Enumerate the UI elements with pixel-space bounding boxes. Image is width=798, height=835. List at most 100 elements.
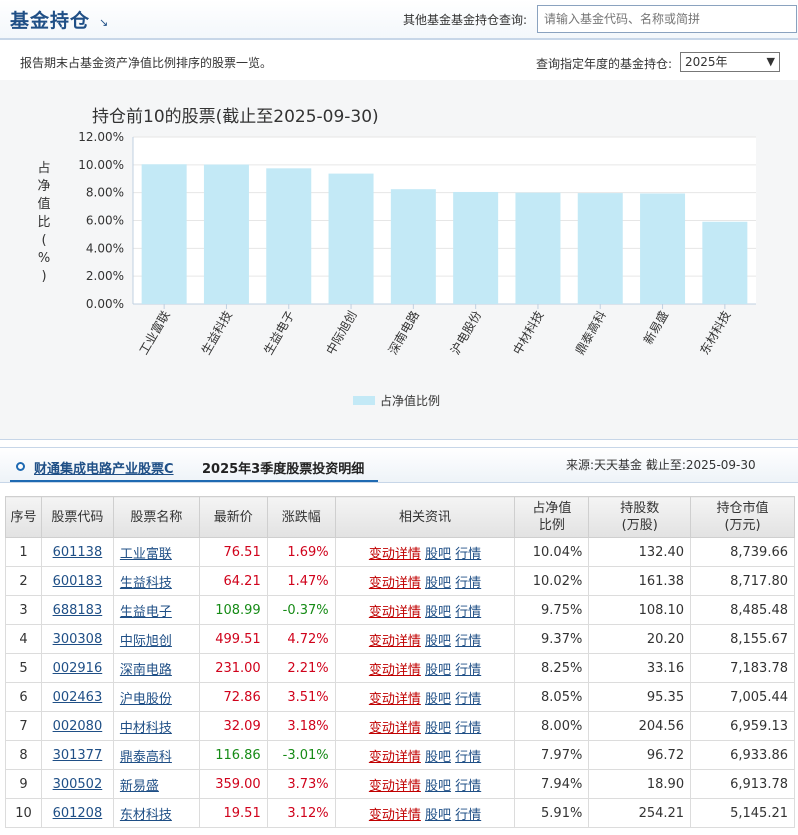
quote-link[interactable]: 行情 bbox=[455, 779, 481, 794]
cell-ratio: 10.02% bbox=[514, 566, 590, 596]
legend-swatch bbox=[353, 396, 375, 405]
forum-link[interactable]: 股吧 bbox=[425, 721, 451, 736]
stock-name-link[interactable]: 新易盛 bbox=[120, 779, 159, 794]
table-row: 1 601138 工业富联 76.51 1.69% 变动详情 股吧 行情 10.04% 132… bbox=[5, 537, 795, 567]
change-detail-link[interactable]: 变动详情 bbox=[369, 750, 421, 765]
stock-code-link[interactable]: 002916 bbox=[53, 661, 103, 676]
quote-link[interactable]: 行情 bbox=[455, 547, 481, 562]
table-row: 8 301377 鼎泰高科 116.86 -3.01% 变动详情 股吧 行情 7.97% 96… bbox=[5, 740, 795, 770]
stock-code-link[interactable]: 002463 bbox=[53, 690, 103, 705]
quote-link[interactable]: 行情 bbox=[455, 605, 481, 620]
cell-info: 变动详情 股吧 行情 bbox=[334, 624, 516, 654]
stock-code-link[interactable]: 600183 bbox=[53, 574, 103, 589]
stock-name-link[interactable]: 生益电子 bbox=[120, 605, 172, 620]
source-info: 来源:天天基金 截止至:2025-09-30 bbox=[566, 458, 756, 472]
col-name: 股票名称 bbox=[112, 496, 200, 538]
arrow-down-right-icon[interactable]: ↘ bbox=[99, 16, 108, 29]
forum-link[interactable]: 股吧 bbox=[425, 663, 451, 678]
forum-link[interactable]: 股吧 bbox=[425, 547, 451, 562]
other-fund-query-label: 其他基金基金持仓查询: bbox=[403, 13, 528, 27]
stock-code-link[interactable]: 601208 bbox=[53, 806, 103, 821]
change-detail-link[interactable]: 变动详情 bbox=[369, 547, 421, 562]
forum-link[interactable]: 股吧 bbox=[425, 750, 451, 765]
stock-name-link[interactable]: 东材科技 bbox=[120, 808, 172, 823]
cell-ratio: 7.97% bbox=[514, 740, 590, 770]
forum-link[interactable]: 股吧 bbox=[425, 692, 451, 707]
year-select[interactable]: 2025年 ▼ bbox=[680, 52, 780, 72]
change-detail-link[interactable]: 变动详情 bbox=[369, 721, 421, 736]
stock-name-link[interactable]: 中材科技 bbox=[120, 721, 172, 736]
y-axis-label-char: 值 bbox=[37, 196, 50, 212]
fund-name-link[interactable]: 财通集成电路产业股票C bbox=[34, 458, 174, 477]
quote-link[interactable]: 行情 bbox=[455, 721, 481, 736]
forum-link[interactable]: 股吧 bbox=[425, 576, 451, 591]
change-detail-link[interactable]: 变动详情 bbox=[369, 663, 421, 678]
stock-name-link[interactable]: 鼎泰高科 bbox=[120, 750, 172, 765]
quote-link[interactable]: 行情 bbox=[455, 750, 481, 765]
cell-value: 8,739.66 bbox=[690, 537, 795, 567]
cell-ratio: 9.75% bbox=[514, 595, 590, 625]
cell-shares: 204.56 bbox=[588, 711, 692, 741]
stock-name-link[interactable]: 沪电股份 bbox=[120, 692, 172, 707]
quote-link[interactable]: 行情 bbox=[455, 634, 481, 649]
change-detail-link[interactable]: 变动详情 bbox=[369, 779, 421, 794]
col-value[interactable]: 持仓市值 (万元) bbox=[690, 496, 795, 538]
fund-search-input[interactable] bbox=[537, 5, 797, 33]
cell-info: 变动详情 股吧 行情 bbox=[334, 740, 516, 770]
quote-link[interactable]: 行情 bbox=[455, 692, 481, 707]
stock-name-link[interactable]: 深南电路 bbox=[120, 663, 172, 678]
section-header: 财通集成电路产业股票C 2025年3季度股票投资明细 来源:天天基金 截止至:2… bbox=[0, 447, 798, 483]
forum-link[interactable]: 股吧 bbox=[425, 779, 451, 794]
cell-seq: 4 bbox=[5, 624, 42, 654]
col-shares[interactable]: 持股数 (万股) bbox=[588, 496, 692, 538]
stock-code-link[interactable]: 300308 bbox=[53, 632, 103, 647]
x-tick-label: 生益电子 bbox=[261, 309, 297, 358]
holdings-table: 序号 股票代码 股票名称 最新价 涨跌幅 相关资讯 占净值 比例 持股数 (万股) … bbox=[5, 496, 795, 828]
y-axis-label-char: 净 bbox=[37, 179, 50, 194]
cell-price: 32.09 bbox=[198, 711, 268, 741]
y-tick-label: 12.00% bbox=[78, 130, 124, 144]
forum-link[interactable]: 股吧 bbox=[425, 808, 451, 823]
stock-name-link[interactable]: 生益科技 bbox=[120, 576, 172, 591]
cell-info: 变动详情 股吧 行情 bbox=[334, 682, 516, 712]
change-detail-link[interactable]: 变动详情 bbox=[369, 808, 421, 823]
stock-name-link[interactable]: 中际旭创 bbox=[120, 634, 172, 649]
change-detail-link[interactable]: 变动详情 bbox=[369, 605, 421, 620]
cell-name: 中际旭创 bbox=[112, 624, 200, 654]
cell-change: -3.01% bbox=[266, 740, 336, 770]
cell-value: 7,005.44 bbox=[690, 682, 795, 712]
col-ratio[interactable]: 占净值 比例 bbox=[514, 496, 590, 538]
stock-name-link[interactable]: 工业富联 bbox=[120, 547, 172, 562]
cell-value: 8,155.67 bbox=[690, 624, 795, 654]
cell-shares: 132.40 bbox=[588, 537, 692, 567]
cell-price: 359.00 bbox=[198, 769, 268, 799]
change-detail-link[interactable]: 变动详情 bbox=[369, 634, 421, 649]
cell-shares: 33.16 bbox=[588, 653, 692, 683]
quote-link[interactable]: 行情 bbox=[455, 808, 481, 823]
cell-code: 301377 bbox=[40, 740, 114, 770]
change-detail-link[interactable]: 变动详情 bbox=[369, 576, 421, 591]
stock-code-link[interactable]: 601138 bbox=[53, 545, 103, 560]
y-tick-label: 6.00% bbox=[86, 214, 124, 228]
stock-code-link[interactable]: 688183 bbox=[53, 603, 103, 618]
forum-link[interactable]: 股吧 bbox=[425, 634, 451, 649]
cell-info: 变动详情 股吧 行情 bbox=[334, 798, 516, 828]
change-detail-link[interactable]: 变动详情 bbox=[369, 692, 421, 707]
forum-link[interactable]: 股吧 bbox=[425, 605, 451, 620]
stock-code-link[interactable]: 002080 bbox=[53, 719, 103, 734]
stock-code-link[interactable]: 301377 bbox=[53, 748, 103, 763]
year-select-label: 查询指定年度的基金持仓: bbox=[536, 57, 673, 71]
cell-seq: 2 bbox=[5, 566, 42, 596]
cell-price: 76.51 bbox=[198, 537, 268, 567]
cell-ratio: 9.37% bbox=[514, 624, 590, 654]
col-info: 相关资讯 bbox=[334, 496, 516, 538]
cell-price: 72.86 bbox=[198, 682, 268, 712]
stock-code-link[interactable]: 300502 bbox=[53, 777, 103, 792]
bar bbox=[577, 193, 623, 304]
quote-link[interactable]: 行情 bbox=[455, 663, 481, 678]
col-seq: 序号 bbox=[5, 496, 42, 538]
quote-link[interactable]: 行情 bbox=[455, 576, 481, 591]
circle-bullet-icon bbox=[16, 462, 25, 471]
x-tick-label: 沪电股份 bbox=[448, 309, 484, 358]
table-row: 10 601208 东材科技 19.51 3.12% 变动详情 股吧 行情 5.91% 254… bbox=[5, 798, 795, 828]
